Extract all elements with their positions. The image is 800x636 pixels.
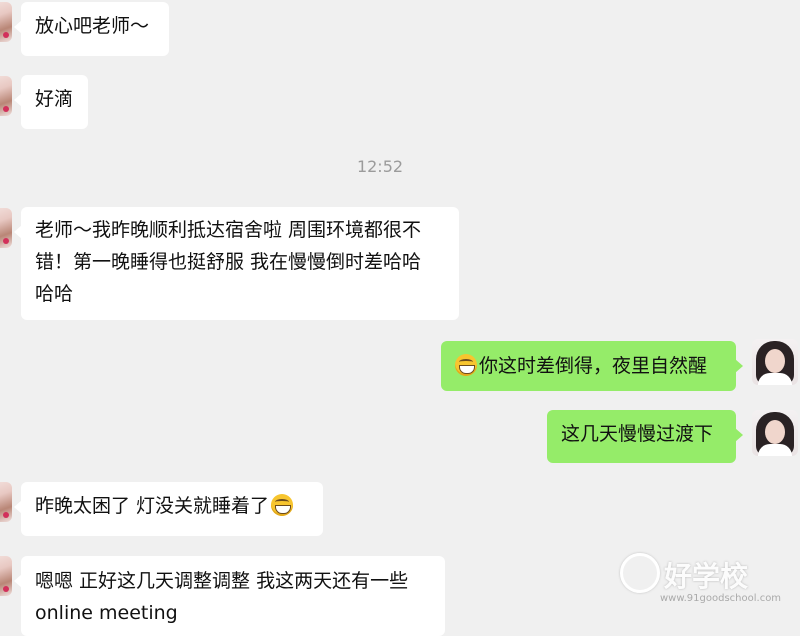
message-text-line: 错！第一晚睡得也挺舒服 我在慢慢倒时差哈哈 bbox=[35, 251, 422, 273]
message-text-line: online meeting bbox=[35, 602, 178, 624]
contact-avatar[interactable] bbox=[0, 556, 12, 596]
grinning-face-emoji-icon bbox=[455, 354, 477, 376]
my-avatar[interactable] bbox=[752, 410, 798, 456]
message-bubble-incoming[interactable]: 好滴 bbox=[14, 75, 88, 129]
watermark-url: www.91goodschool.com bbox=[660, 593, 782, 604]
message-text: 你这时差倒得，夜里自然醒 bbox=[479, 355, 708, 377]
bubble-tail bbox=[14, 225, 22, 239]
contact-avatar[interactable] bbox=[0, 482, 12, 522]
message-text: 这几天慢慢过渡下 bbox=[561, 423, 714, 445]
contact-avatar[interactable] bbox=[0, 208, 12, 248]
message-text-line: 哈哈 bbox=[35, 283, 74, 305]
message-bubble-outgoing[interactable]: 这几天慢慢过渡下 bbox=[547, 410, 743, 463]
message-text-line: 嗯嗯 正好这几天调整调整 我这两天还有一些 bbox=[35, 570, 409, 592]
bubble-tail bbox=[14, 93, 22, 107]
my-avatar[interactable] bbox=[752, 339, 798, 385]
bubble-tail bbox=[14, 574, 22, 588]
contact-avatar[interactable] bbox=[0, 76, 12, 116]
watermark-icon bbox=[620, 553, 660, 593]
watermark-logo: 好学校 www.91goodschool.com bbox=[620, 551, 790, 604]
message-bubble-incoming[interactable]: 嗯嗯 正好这几天调整调整 我这两天还有一些 online meeting bbox=[14, 556, 445, 636]
message-bubble-outgoing[interactable]: 你这时差倒得，夜里自然醒 bbox=[441, 341, 743, 391]
message-bubble-incoming[interactable]: 昨晚太困了 灯没关就睡着了 bbox=[14, 482, 323, 536]
contact-avatar[interactable] bbox=[0, 2, 12, 42]
message-bubble-incoming[interactable]: 放心吧老师～ bbox=[14, 2, 169, 56]
bubble-tail bbox=[14, 20, 22, 34]
grinning-face-emoji-icon bbox=[271, 494, 294, 516]
chat-timestamp: 12:52 bbox=[356, 157, 404, 176]
message-text: 放心吧老师～ bbox=[35, 15, 150, 37]
message-text: 好滴 bbox=[35, 88, 74, 110]
bubble-tail bbox=[14, 500, 22, 514]
message-text-line: 老师～我昨晚顺利抵达宿舍啦 周围环境都很不 bbox=[35, 219, 422, 241]
message-text: 昨晚太困了 灯没关就睡着了 bbox=[35, 495, 270, 517]
message-bubble-incoming[interactable]: 老师～我昨晚顺利抵达宿舍啦 周围环境都很不 错！第一晚睡得也挺舒服 我在慢慢倒时… bbox=[14, 207, 459, 320]
bubble-tail bbox=[735, 359, 743, 373]
bubble-tail bbox=[735, 428, 743, 442]
watermark-brand: 好学校 bbox=[664, 560, 749, 593]
